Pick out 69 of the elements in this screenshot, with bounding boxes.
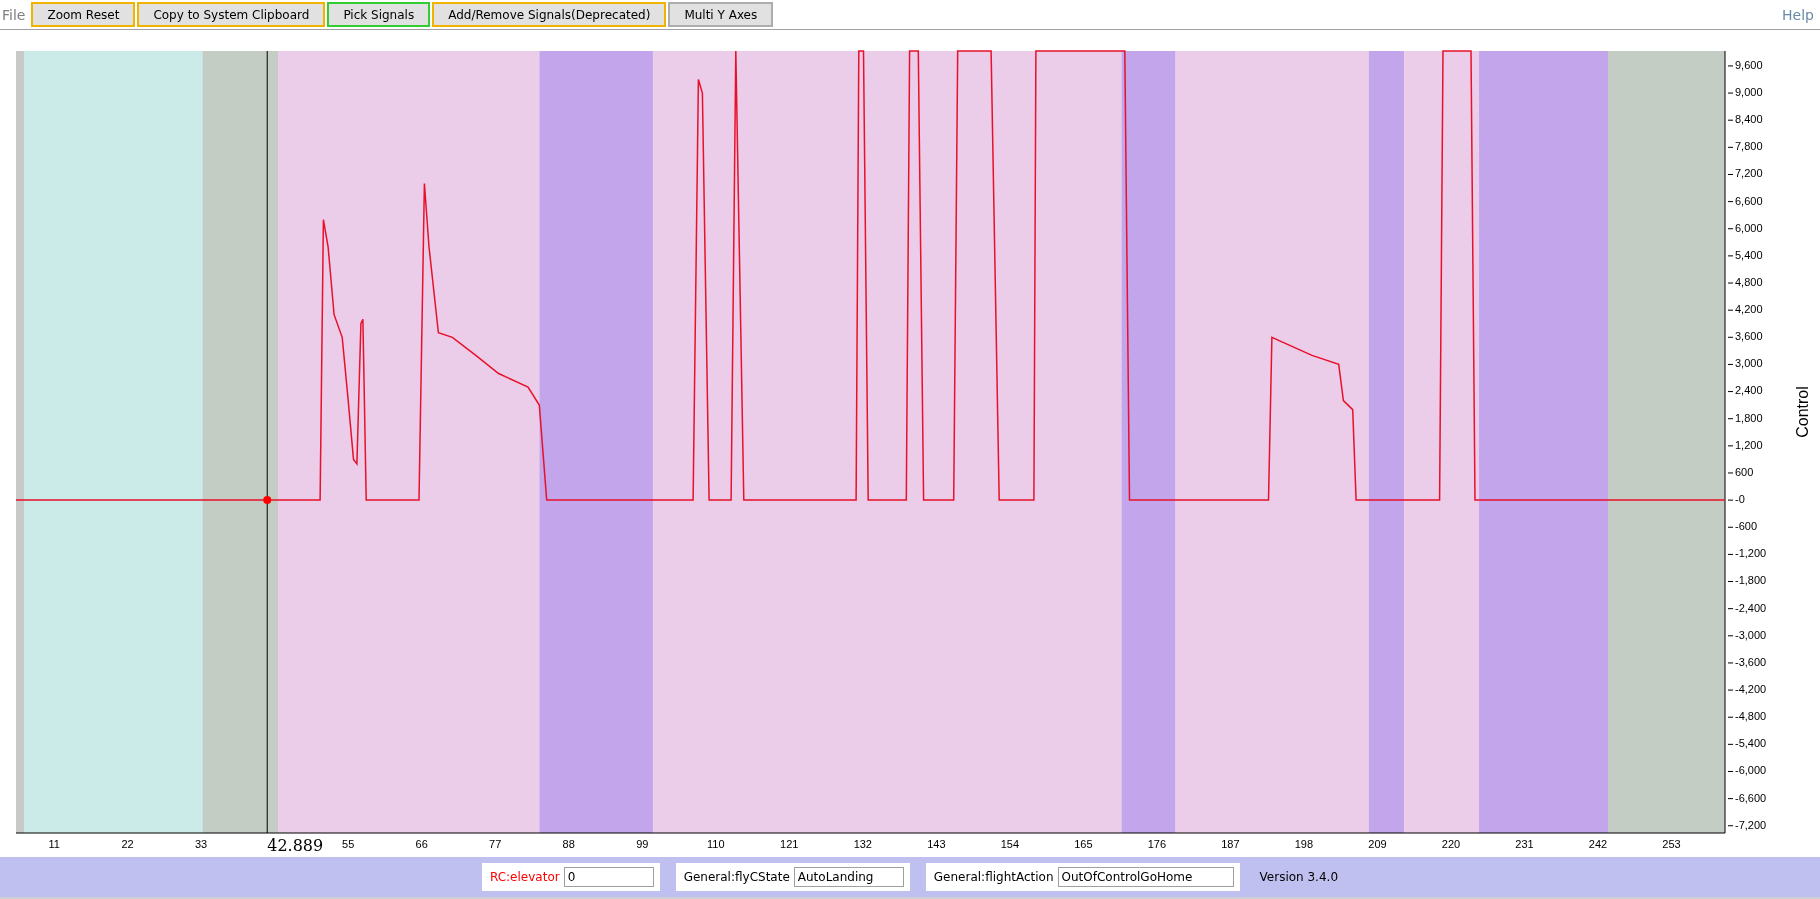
cursor-value: 42.889 [267, 836, 324, 855]
y-tick-label: -7,200 [1735, 818, 1767, 831]
toolbar-button[interactable]: Copy to System Clipboard [137, 2, 326, 27]
toolbar-button[interactable]: Add/Remove Signals(Deprecated) [432, 2, 667, 27]
y-tick-label: -0 [1735, 493, 1745, 505]
x-tick-label: 22 [121, 838, 134, 850]
toolbar-button[interactable]: Zoom Reset [31, 2, 136, 27]
x-tick-label: 66 [415, 838, 428, 850]
y-tick-label: 6,600 [1735, 194, 1763, 207]
file-menu[interactable]: File [2, 6, 26, 23]
y-tick-label: -3,000 [1735, 628, 1767, 641]
value-field[interactable]: AutoLanding [793, 867, 904, 887]
value-field[interactable]: 0 [563, 867, 654, 887]
y-tick-label: -600 [1735, 520, 1758, 533]
signal-label: General:flightAction [933, 870, 1054, 884]
x-tick-label: 77 [489, 838, 502, 850]
toolbar-button[interactable]: Pick Signals [327, 2, 431, 27]
x-tick-label: 198 [1294, 838, 1314, 850]
y-tick-label: -6,600 [1735, 791, 1767, 804]
x-tick-label: 154 [1000, 838, 1020, 850]
y-tick-label: 2,400 [1735, 384, 1763, 397]
x-tick-label: 121 [780, 838, 799, 850]
x-tick-label: 110 [707, 838, 725, 850]
y-tick-label: 9,600 [1735, 58, 1763, 71]
y-tick-label: -4,200 [1735, 683, 1767, 695]
x-tick-label: 231 [1515, 838, 1534, 850]
y-tick-label: 6,000 [1735, 221, 1763, 234]
y-tick-label: -5,400 [1735, 737, 1767, 750]
x-tick-label: 88 [562, 838, 575, 850]
value-field[interactable]: OutOfControlGoHome [1057, 867, 1234, 887]
y-tick-label: -1,200 [1735, 547, 1767, 560]
y-tick-label: -3,600 [1735, 655, 1767, 668]
y-tick-label: -1,800 [1735, 574, 1767, 587]
x-tick-label: 165 [1074, 838, 1093, 850]
x-tick-label: 220 [1441, 838, 1461, 850]
version-text: Version 3.4.0 [1259, 870, 1339, 884]
x-tick-label: 132 [853, 838, 872, 850]
x-tick-label: 242 [1588, 838, 1608, 850]
y-tick-label: 3,600 [1735, 330, 1763, 343]
y-axis-title: Control [1794, 386, 1811, 438]
y-tick-label: 7,200 [1735, 167, 1763, 180]
y-tick-label: 4,800 [1735, 275, 1763, 288]
y-tick-label: 1,200 [1735, 438, 1763, 451]
y-tick-label: 5,400 [1735, 248, 1763, 261]
x-tick-label: 11 [48, 838, 60, 850]
y-tick-label: 4,200 [1735, 303, 1763, 316]
y-tick-label: -2,400 [1735, 601, 1767, 614]
y-tick-label: 7,800 [1735, 140, 1763, 153]
toolbar-button[interactable]: Multi Y Axes [668, 2, 774, 27]
help-menu[interactable]: Help [1782, 6, 1814, 23]
signal-label: General:flyCState [683, 870, 790, 884]
x-tick-label: 99 [636, 838, 649, 850]
y-tick-label: 9,000 [1735, 85, 1763, 98]
x-tick-label: 55 [342, 838, 355, 850]
y-tick-label: -4,800 [1735, 710, 1767, 723]
y-tick-label: 1,800 [1735, 411, 1763, 424]
y-tick-label: 8,400 [1735, 113, 1763, 126]
x-tick-label: 209 [1368, 838, 1387, 850]
x-tick-label: 176 [1147, 838, 1167, 850]
cursor-line[interactable] [266, 50, 268, 834]
x-tick-label: 33 [195, 838, 208, 850]
x-tick-label: 143 [927, 838, 946, 850]
y-tick-label: 3,000 [1735, 357, 1763, 370]
x-tick-label: 253 [1662, 838, 1681, 850]
signal-label: RC:elevator [489, 870, 560, 884]
cursor-dot-icon [263, 496, 272, 505]
x-tick-label: 187 [1221, 838, 1240, 850]
y-tick-label: -6,000 [1735, 764, 1767, 777]
y-tick-label: 600 [1735, 465, 1754, 478]
